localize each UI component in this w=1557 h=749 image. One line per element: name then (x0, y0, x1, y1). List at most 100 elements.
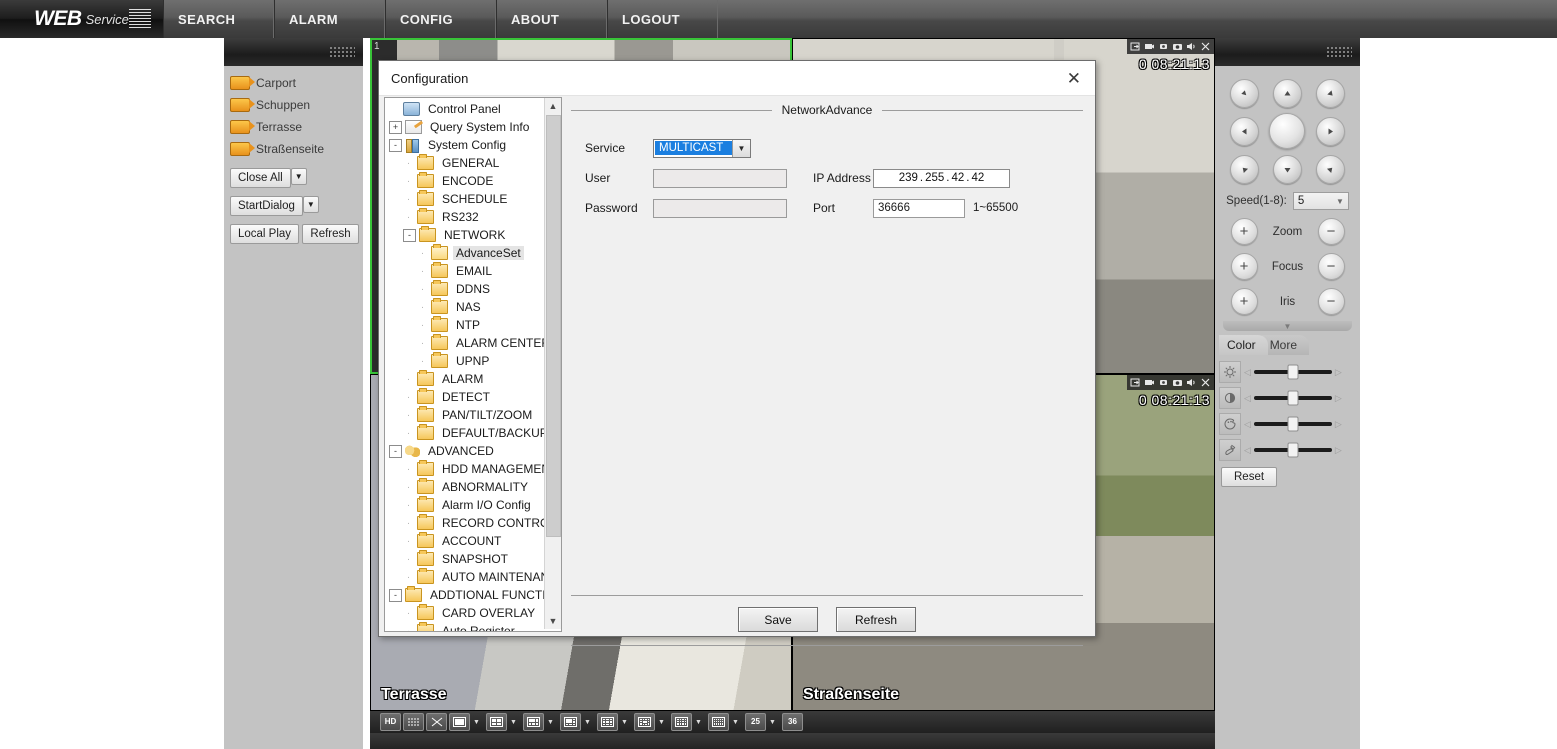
layout-1-dropdown-icon[interactable]: ▼ (472, 714, 481, 730)
hue-decrease-icon[interactable]: ◁ (1244, 419, 1251, 430)
tree-node-control-panel[interactable]: Control Panel (389, 100, 561, 118)
tree-node-email[interactable]: · EMAIL (389, 262, 561, 280)
ptz-center-button[interactable] (1269, 113, 1306, 149)
ip-address-input[interactable]: 239. 255. 42. 42 (873, 168, 1010, 188)
tree-node-alarm-i-o-config[interactable]: · Alarm I/O Config (389, 496, 561, 514)
layout-9-dropdown-icon[interactable]: ▼ (620, 714, 629, 730)
camera-item-schuppen[interactable]: Schuppen (230, 94, 363, 116)
iris-close-button[interactable]: − (1317, 288, 1345, 315)
hd-quality-button[interactable]: HD (380, 713, 401, 731)
save-button[interactable]: Save (738, 607, 818, 632)
saturation-increase-icon[interactable]: ▷ (1335, 445, 1342, 456)
tree-node-general[interactable]: · GENERAL (389, 154, 561, 172)
tree-node-advanceset[interactable]: · AdvanceSet (389, 244, 561, 262)
contrast-increase-icon[interactable]: ▷ (1335, 393, 1342, 404)
tree-toggle-icon[interactable]: - (403, 228, 416, 242)
layout-9-button[interactable] (597, 713, 618, 731)
layout-20-button[interactable] (708, 713, 729, 731)
scrollbar-thumb[interactable] (546, 115, 561, 537)
fullscreen-button[interactable] (426, 713, 447, 731)
audio-icon[interactable] (1186, 377, 1197, 388)
tree-node-detect[interactable]: · DETECT (389, 388, 561, 406)
layout-8-button[interactable] (560, 713, 581, 731)
tree-node-schedule[interactable]: · SCHEDULE (389, 190, 561, 208)
brightness-increase-icon[interactable]: ▷ (1335, 367, 1342, 378)
layout-25-dropdown-icon[interactable]: ▼ (768, 714, 777, 730)
audio-icon[interactable] (1186, 41, 1197, 52)
ptz-up-right-button[interactable] (1316, 78, 1346, 108)
layout-6-button[interactable] (523, 713, 544, 731)
user-input[interactable] (653, 168, 787, 188)
scroll-up-icon[interactable]: ▲ (545, 98, 561, 114)
layout-8-dropdown-icon[interactable]: ▼ (583, 714, 592, 730)
nav-item-about[interactable]: ABOUT (496, 0, 607, 38)
contrast-slider-track[interactable] (1253, 390, 1332, 406)
camera-item-carport[interactable]: Carport (230, 72, 363, 94)
ptz-collapse-handle[interactable]: ▼ (1223, 321, 1352, 331)
hue-slider-knob[interactable] (1287, 416, 1299, 432)
layout-4-dropdown-icon[interactable]: ▼ (509, 714, 518, 730)
sidebar-refresh-button[interactable]: Refresh (302, 224, 359, 244)
camera-item-strassenseite[interactable]: Straßenseite (230, 138, 363, 160)
tree-node-addtional-function[interactable]: - ADDTIONAL FUNCTION (389, 586, 561, 604)
tree-node-network[interactable]: - NETWORK (389, 226, 561, 244)
tree-scrollbar[interactable]: ▲ ▼ (544, 98, 561, 629)
record-icon[interactable] (1144, 41, 1155, 52)
layout-4-button[interactable] (486, 713, 507, 731)
ptz-up-left-button[interactable] (1229, 78, 1259, 108)
brightness-slider-knob[interactable] (1287, 364, 1299, 380)
tab-more[interactable]: More (1261, 335, 1310, 355)
snapshot-icon[interactable] (1172, 377, 1183, 388)
tree-node-query-system-info[interactable]: + Query System Info (389, 118, 561, 136)
layout-13-button[interactable] (634, 713, 655, 731)
camera-item-terrasse[interactable]: Terrasse (230, 116, 363, 138)
saturation-decrease-icon[interactable]: ◁ (1244, 445, 1251, 456)
hue-increase-icon[interactable]: ▷ (1335, 419, 1342, 430)
focus-in-button[interactable]: + (1230, 253, 1258, 280)
port-input[interactable] (873, 198, 965, 218)
close-video-icon[interactable] (1200, 377, 1211, 388)
tab-color[interactable]: Color (1219, 335, 1268, 355)
ptz-down-right-button[interactable] (1316, 154, 1346, 184)
contrast-decrease-icon[interactable]: ◁ (1244, 393, 1251, 404)
ptz-down-button[interactable] (1272, 154, 1302, 184)
close-icon[interactable]: ✕ (1063, 70, 1085, 87)
service-select[interactable]: MULTICAST ▼ (653, 138, 751, 158)
layout-20-dropdown-icon[interactable]: ▼ (731, 714, 740, 730)
brightness-decrease-icon[interactable]: ◁ (1244, 367, 1251, 378)
tree-node-upnp[interactable]: · UPNP (389, 352, 561, 370)
tree-node-alarm[interactable]: · ALARM (389, 370, 561, 388)
scroll-down-icon[interactable]: ▼ (545, 613, 561, 629)
color-reset-button[interactable]: Reset (1221, 467, 1278, 487)
tree-node-card-overlay[interactable]: · CARD OVERLAY (389, 604, 561, 622)
tree-node-pan-tilt-zoom[interactable]: · PAN/TILT/ZOOM (389, 406, 561, 424)
tree-node-snapshot[interactable]: · SNAPSHOT (389, 550, 561, 568)
close-all-button[interactable]: Close All (230, 168, 291, 188)
hue-slider-track[interactable] (1253, 416, 1332, 432)
layout-36-button[interactable]: 36 (782, 713, 803, 731)
fluency-button[interactable] (403, 713, 424, 731)
zoom-out-button[interactable]: − (1317, 218, 1345, 245)
ptz-right-button[interactable] (1316, 116, 1346, 146)
tree-node-rs232[interactable]: · RS232 (389, 208, 561, 226)
local-record-icon[interactable] (1158, 41, 1169, 52)
open-window-icon[interactable] (1130, 41, 1141, 52)
start-dialog-button[interactable]: StartDialog (230, 196, 303, 216)
saturation-slider-track[interactable] (1253, 442, 1332, 458)
nav-item-config[interactable]: CONFIG (385, 0, 496, 38)
saturation-slider-knob[interactable] (1287, 442, 1299, 458)
tree-node-hdd-management[interactable]: · HDD MANAGEMENT (389, 460, 561, 478)
start-dialog-dropdown-icon[interactable]: ▼ (302, 196, 319, 213)
tree-node-ntp[interactable]: · NTP (389, 316, 561, 334)
tree-toggle-icon[interactable]: + (389, 120, 402, 134)
tree-node-record-control[interactable]: · RECORD CONTROL (389, 514, 561, 532)
tree-node-advanced[interactable]: - ADVANCED (389, 442, 561, 460)
nav-item-logout[interactable]: LOGOUT (607, 0, 718, 38)
layout-16-button[interactable] (671, 713, 692, 731)
open-window-icon[interactable] (1130, 377, 1141, 388)
local-record-icon[interactable] (1158, 377, 1169, 388)
tree-toggle-icon[interactable]: - (389, 588, 402, 602)
layout-1-button[interactable] (449, 713, 470, 731)
password-input[interactable] (653, 198, 787, 218)
snapshot-icon[interactable] (1172, 41, 1183, 52)
